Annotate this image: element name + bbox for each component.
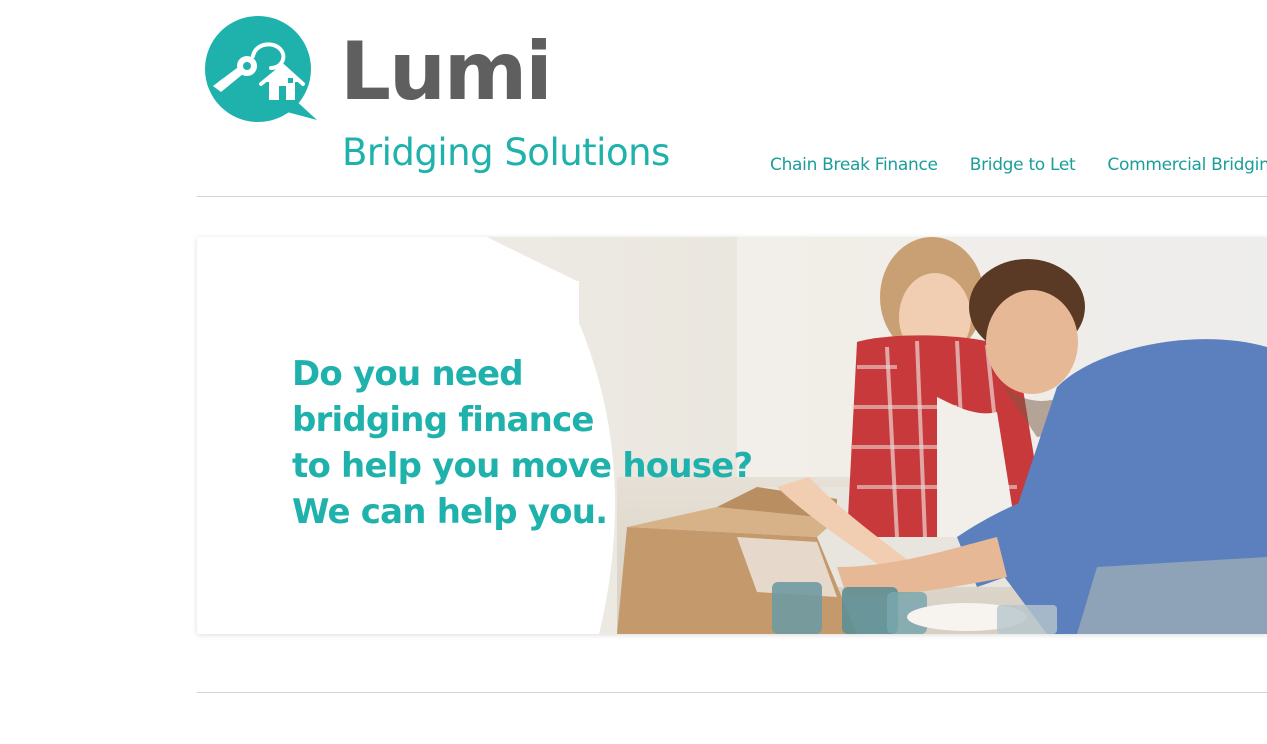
logo-tagline: Bridging Solutions — [342, 131, 670, 174]
nav-link-chain-break-finance[interactable]: Chain Break Finance — [770, 155, 938, 175]
logo-name: Lumi — [340, 25, 553, 118]
page: Lumi Bridging Solutions Chain Break Fina… — [0, 0, 1267, 744]
house-keys-speech-bubble-icon — [205, 16, 317, 122]
hero-banner: Do you need bridging finance to help you… — [197, 237, 1267, 634]
nav-link-commercial-bridging[interactable]: Commercial Bridging — [1107, 155, 1267, 175]
hero-headline-line: We can help you. — [292, 492, 608, 532]
header-divider — [197, 196, 1267, 197]
main-nav: Chain Break Finance Bridge to Let Commer… — [770, 153, 1267, 177]
nav-link-bridge-to-let[interactable]: Bridge to Let — [970, 155, 1076, 175]
logo-link[interactable]: Lumi Bridging Solutions — [203, 16, 683, 182]
content-divider — [197, 692, 1267, 693]
hero-headline: Do you need bridging finance to help you… — [292, 351, 753, 535]
hero-headline-line: to help you move house? — [292, 446, 753, 486]
hero-headline-line: Do you need — [292, 354, 524, 394]
hero-headline-line: bridging finance — [292, 400, 594, 440]
